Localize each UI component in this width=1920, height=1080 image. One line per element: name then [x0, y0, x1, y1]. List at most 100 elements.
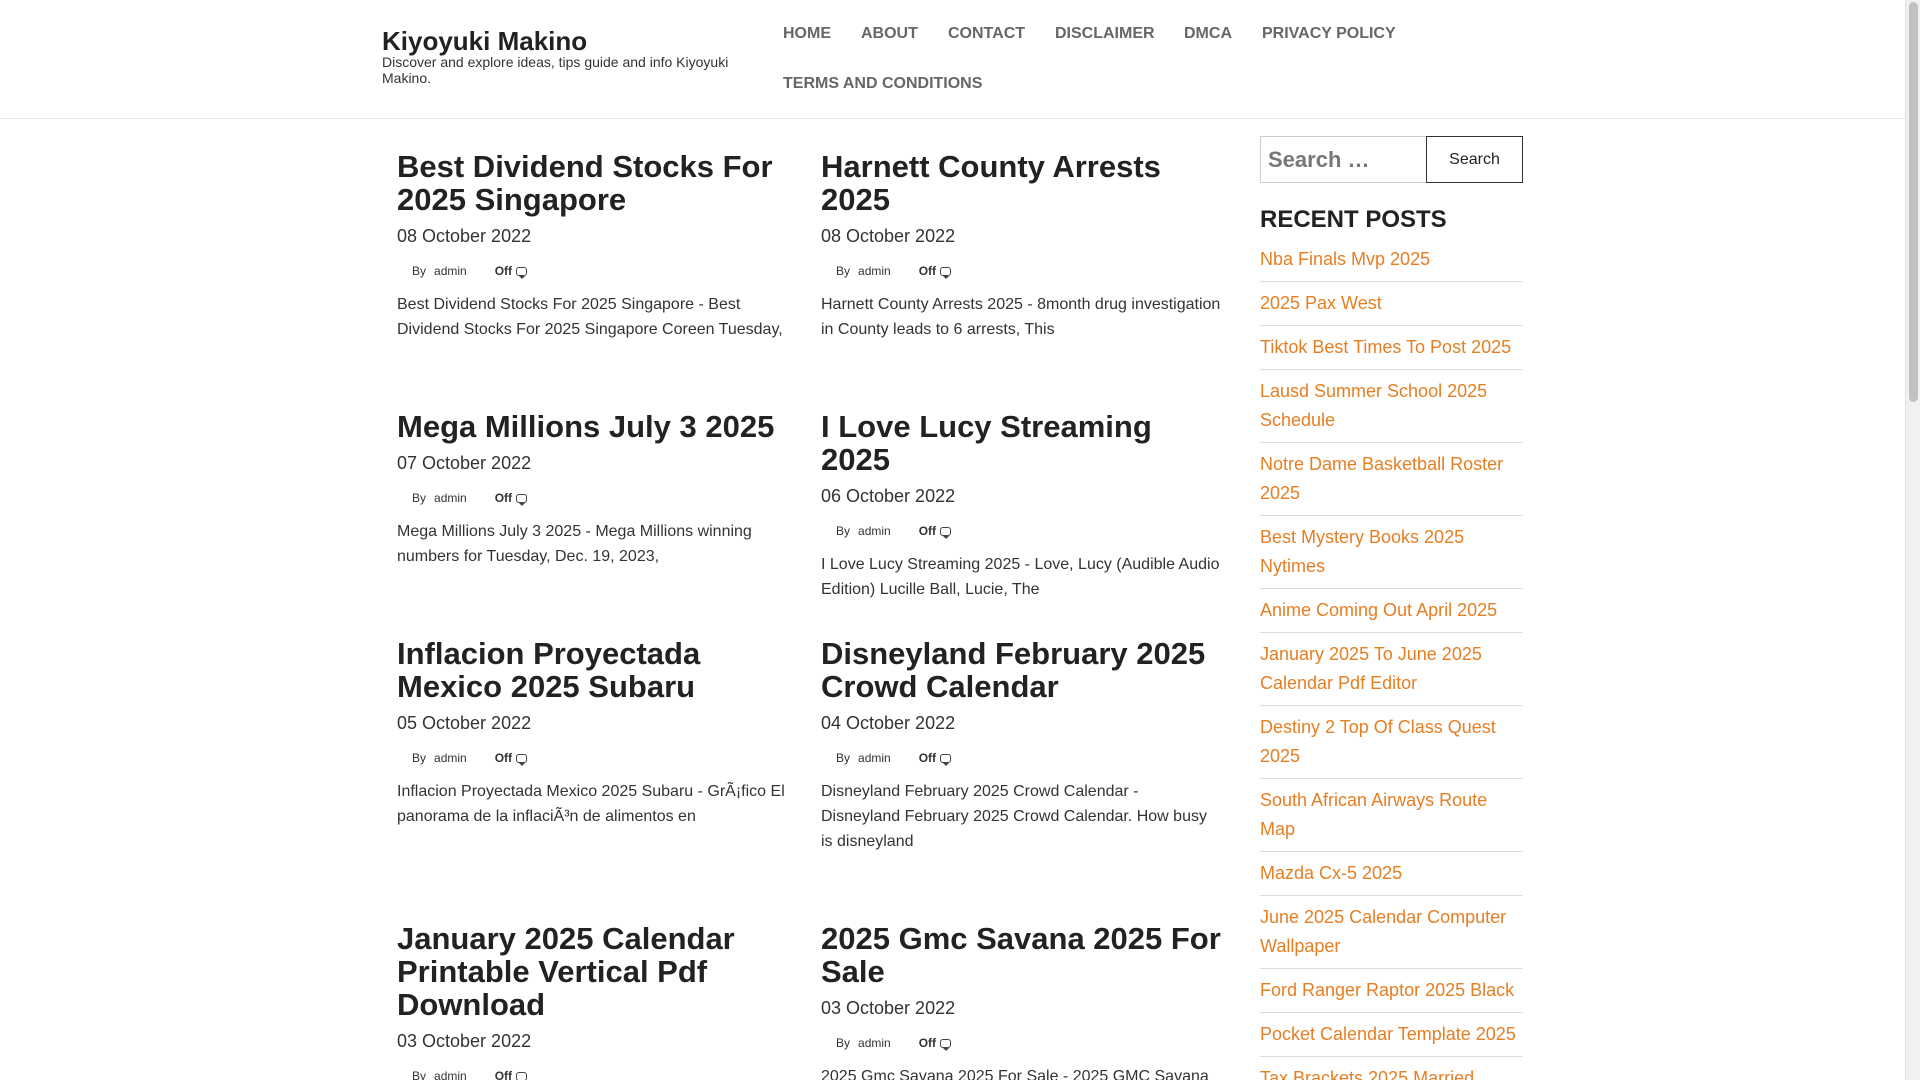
- post-comments-status: Off: [494, 264, 513, 278]
- nav-item-about[interactable]: ABOUT: [861, 25, 918, 43]
- recent-post-link[interactable]: Tax Brackets 2025 Married Jointly Calcul…: [1260, 1068, 1474, 1080]
- post-card: Inflacion Proyectada Mexico 2025 Subaru …: [397, 637, 797, 829]
- post-meta: By admin Off: [821, 1036, 1221, 1051]
- post-comments-status: Off: [494, 751, 513, 765]
- post-card: Disneyland February 2025 Crowd Calendar …: [821, 637, 1221, 854]
- post-excerpt: Best Dividend Stocks For 2025 Singapore …: [397, 296, 783, 338]
- post-card: Best Dividend Stocks For 2025 Singapore …: [397, 150, 797, 342]
- post-card: January 2025 Calendar Printable Vertical…: [397, 922, 797, 1080]
- comment-icon: [516, 1071, 528, 1080]
- post-by-label: By: [412, 1069, 427, 1080]
- post-title[interactable]: I Love Lucy Streaming 2025: [821, 410, 1221, 476]
- post-by-label: By: [836, 751, 851, 765]
- post-title[interactable]: Harnett County Arrests 2025: [821, 150, 1221, 216]
- post-card: Harnett County Arrests 2025 08 October 2…: [821, 150, 1221, 342]
- comment-icon: [940, 526, 952, 539]
- post-comments-status: Off: [918, 524, 937, 538]
- recent-post-link[interactable]: Notre Dame Basketball Roster 2025: [1260, 454, 1503, 503]
- nav-item-privacy-policy[interactable]: PRIVACY POLICY: [1262, 25, 1396, 43]
- site-title[interactable]: Kiyoyuki Makino: [382, 26, 587, 57]
- post-by-label: By: [836, 524, 851, 538]
- list-item: Ford Ranger Raptor 2025 Black: [1260, 969, 1523, 1013]
- post-meta: By admin Off: [821, 751, 1221, 766]
- post-comments-status: Off: [494, 1069, 513, 1080]
- recent-post-link[interactable]: Best Mystery Books 2025 Nytimes: [1260, 527, 1464, 576]
- post-title[interactable]: Inflacion Proyectada Mexico 2025 Subaru: [397, 637, 797, 703]
- post-meta: By admin Off: [821, 264, 1221, 279]
- comment-icon: [516, 266, 528, 279]
- recent-post-link[interactable]: Anime Coming Out April 2025: [1260, 600, 1497, 620]
- scrollbar-thumb[interactable]: [1909, 2, 1918, 402]
- site-description: Discover and explore ideas, tips guide a…: [382, 54, 729, 86]
- nav-item-terms[interactable]: TERMS AND CONDITIONS: [783, 75, 982, 93]
- post-title[interactable]: Best Dividend Stocks For 2025 Singapore: [397, 150, 797, 216]
- post-by-label: By: [836, 1036, 851, 1050]
- post-excerpt: Disneyland February 2025 Crowd Calendar …: [821, 783, 1207, 850]
- post-card: I Love Lucy Streaming 2025 06 October 20…: [821, 410, 1221, 602]
- post-author[interactable]: admin: [434, 491, 467, 505]
- post-meta: By admin Off: [397, 491, 797, 506]
- post-author[interactable]: admin: [858, 524, 891, 538]
- post-author[interactable]: admin: [858, 264, 891, 278]
- list-item: Tax Brackets 2025 Married Jointly Calcul…: [1260, 1057, 1523, 1080]
- post-date: 08 October 2022: [821, 226, 956, 246]
- nav-item-home[interactable]: HOME: [783, 25, 831, 43]
- search-input[interactable]: [1260, 136, 1427, 183]
- post-author[interactable]: admin: [858, 1036, 891, 1050]
- recent-posts-heading: RECENT POSTS: [1260, 206, 1447, 233]
- post-title[interactable]: 2025 Gmc Savana 2025 For Sale: [821, 922, 1221, 988]
- nav-item-dmca[interactable]: DMCA: [1184, 25, 1232, 43]
- list-item: January 2025 To June 2025 Calendar Pdf E…: [1260, 633, 1523, 706]
- recent-post-link[interactable]: January 2025 To June 2025 Calendar Pdf E…: [1260, 644, 1482, 693]
- post-meta: By admin Off: [397, 264, 797, 279]
- post-author[interactable]: admin: [434, 751, 467, 765]
- recent-post-link[interactable]: Pocket Calendar Template 2025: [1260, 1024, 1516, 1044]
- list-item: Pocket Calendar Template 2025: [1260, 1013, 1523, 1057]
- post-excerpt: Mega Millions July 3 2025 - Mega Million…: [397, 523, 752, 565]
- post-by-label: By: [412, 264, 427, 278]
- post-date: 06 October 2022: [821, 486, 956, 506]
- list-item: Anime Coming Out April 2025: [1260, 589, 1523, 633]
- post-author[interactable]: admin: [434, 264, 467, 278]
- recent-post-link[interactable]: Ford Ranger Raptor 2025 Black: [1260, 980, 1514, 1000]
- post-title[interactable]: January 2025 Calendar Printable Vertical…: [397, 922, 797, 1021]
- post-comments-status: Off: [918, 751, 937, 765]
- list-item: June 2025 Calendar Computer Wallpaper: [1260, 896, 1523, 969]
- recent-post-link[interactable]: Lausd Summer School 2025 Schedule: [1260, 381, 1487, 430]
- post-comments-status: Off: [918, 264, 937, 278]
- post-by-label: By: [836, 264, 851, 278]
- post-date: 04 October 2022: [821, 713, 956, 733]
- recent-post-link[interactable]: Nba Finals Mvp 2025: [1260, 249, 1430, 269]
- post-date: 03 October 2022: [821, 998, 956, 1018]
- nav-item-disclaimer[interactable]: DISCLAIMER: [1055, 25, 1155, 43]
- post-card: 2025 Gmc Savana 2025 For Sale 03 October…: [821, 922, 1221, 1080]
- list-item: Lausd Summer School 2025 Schedule: [1260, 370, 1523, 443]
- nav-item-contact[interactable]: CONTACT: [948, 25, 1025, 43]
- post-author[interactable]: admin: [434, 1069, 467, 1080]
- list-item: 2025 Pax West: [1260, 282, 1523, 326]
- recent-post-link[interactable]: Tiktok Best Times To Post 2025: [1260, 337, 1511, 357]
- post-title[interactable]: Mega Millions July 3 2025: [397, 410, 797, 443]
- recent-post-link[interactable]: Destiny 2 Top Of Class Quest 2025: [1260, 717, 1496, 766]
- recent-post-link[interactable]: South African Airways Route Map: [1260, 790, 1487, 839]
- post-date: 07 October 2022: [397, 453, 532, 473]
- list-item: Notre Dame Basketball Roster 2025: [1260, 443, 1523, 516]
- post-card: Mega Millions July 3 2025 07 October 202…: [397, 410, 797, 569]
- list-item: Destiny 2 Top Of Class Quest 2025: [1260, 706, 1523, 779]
- post-title[interactable]: Disneyland February 2025 Crowd Calendar: [821, 637, 1221, 703]
- post-meta: By admin Off: [397, 751, 797, 766]
- recent-posts-list: Nba Finals Mvp 2025 2025 Pax West Tiktok…: [1260, 238, 1523, 1080]
- page-scrollbar[interactable]: [1905, 0, 1920, 1080]
- list-item: Tiktok Best Times To Post 2025: [1260, 326, 1523, 370]
- post-by-label: By: [412, 491, 427, 505]
- recent-post-link[interactable]: June 2025 Calendar Computer Wallpaper: [1260, 907, 1506, 956]
- post-excerpt: Inflacion Proyectada Mexico 2025 Subaru …: [397, 783, 785, 825]
- recent-post-link[interactable]: 2025 Pax West: [1260, 293, 1382, 313]
- search-button[interactable]: Search: [1426, 136, 1523, 183]
- post-date: 08 October 2022: [397, 226, 532, 246]
- post-author[interactable]: admin: [858, 751, 891, 765]
- recent-post-link[interactable]: Mazda Cx-5 2025: [1260, 863, 1402, 883]
- list-item: Nba Finals Mvp 2025: [1260, 238, 1523, 282]
- comment-icon: [940, 753, 952, 766]
- comment-icon: [516, 493, 528, 506]
